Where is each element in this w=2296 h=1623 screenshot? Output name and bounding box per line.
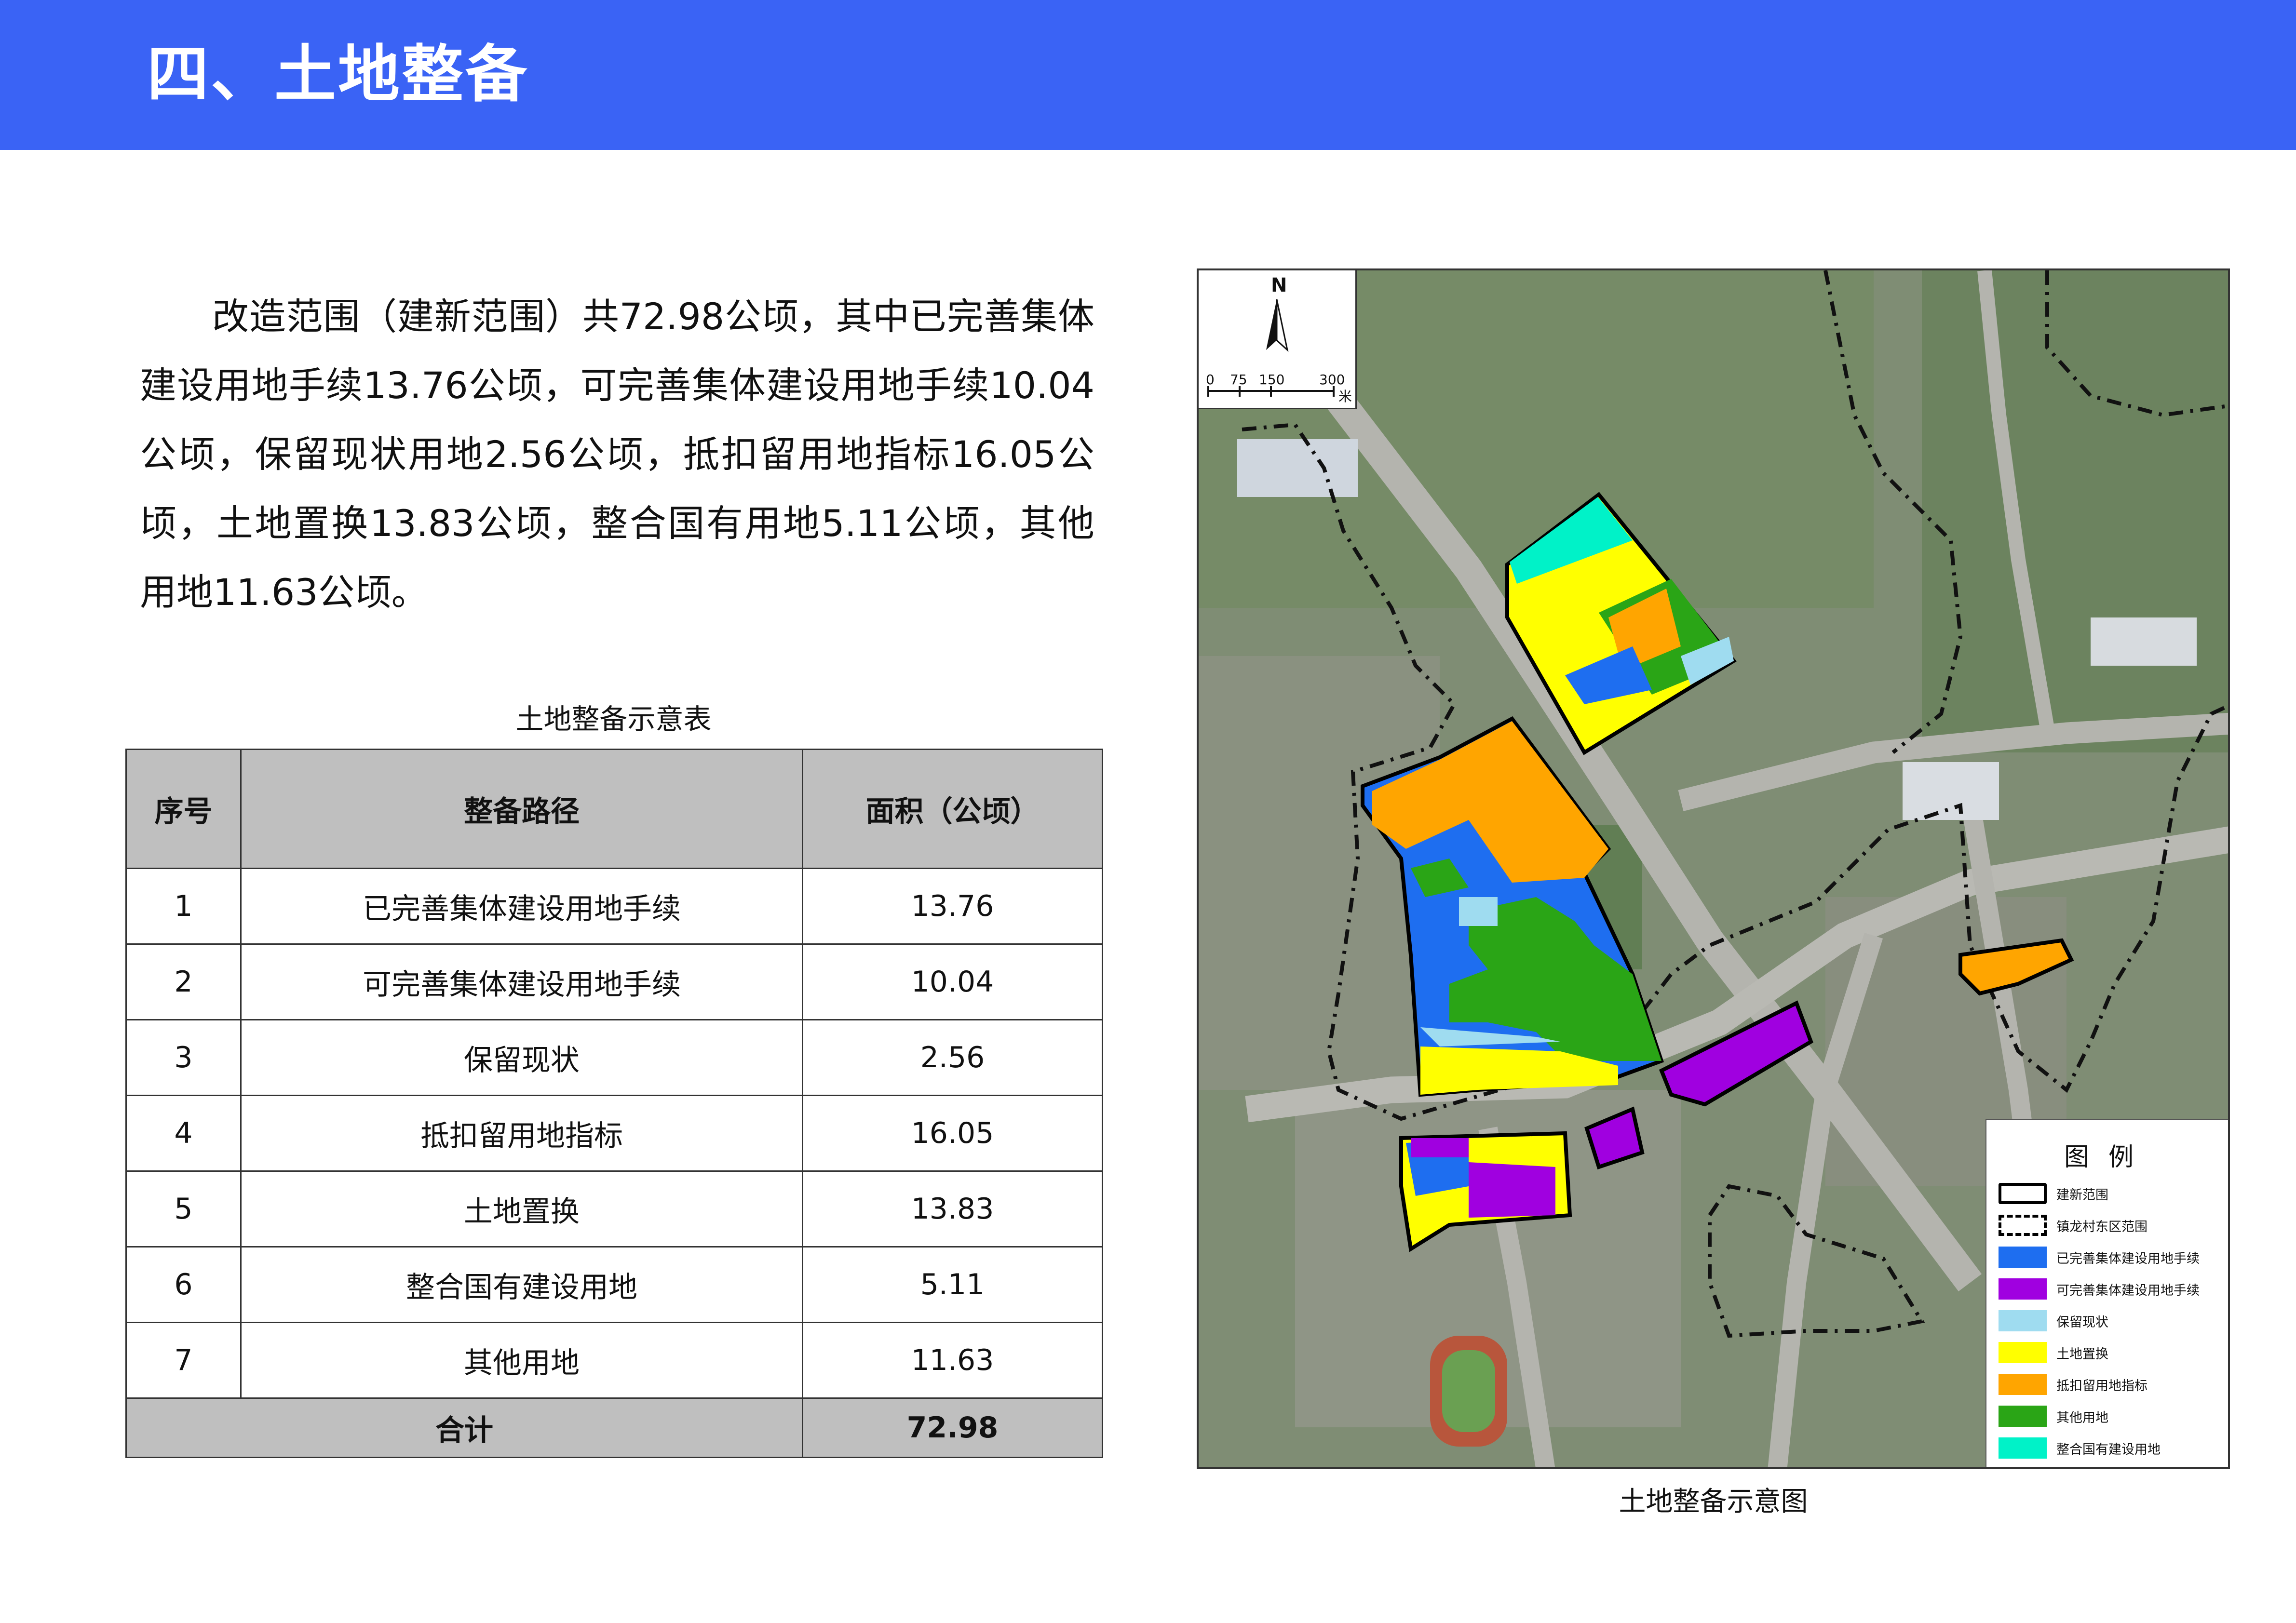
legend-label: 整合国有建设用地: [2056, 1442, 2161, 1457]
legend-label: 其他用地: [2056, 1410, 2108, 1425]
row-path: 可完善集体建设用地手续: [240, 943, 803, 1020]
scale-label-75: 75: [1230, 372, 1247, 388]
scale-unit: 米: [1338, 389, 1352, 404]
table-row: 4 抵扣留用地指标 16.05: [125, 1095, 1103, 1172]
row-area: 11.63: [802, 1322, 1103, 1399]
row-area: 2.56: [802, 1019, 1103, 1096]
legend-swatch: [1999, 1437, 2047, 1459]
row-area: 13.83: [802, 1170, 1103, 1247]
row-index: 6: [125, 1246, 242, 1323]
table-row: 3 保留现状 2.56: [125, 1019, 1103, 1096]
map-legend: 图例 建新范围镇龙村东区范围已完善集体建设用地手续 可完善集体建设用地手续 保留现状…: [1985, 1119, 2228, 1467]
land-preparation-map: N 0 75 150 300 米 图例 建新范围镇龙村东区范围已完善集体建设用地…: [1197, 268, 2230, 1469]
table-row: 1 已完善集体建设用地手续 13.76: [125, 868, 1103, 945]
header-area: 面积（公顷）: [802, 749, 1103, 869]
table-row: 5 土地置换 13.83: [125, 1170, 1103, 1247]
intro-paragraph: 改造范围（建新范围）共72.98公顷，其中已完善集体建设用地手续13.76公顷，…: [140, 295, 1094, 614]
legend-item: 已完善集体建设用地手续: [1999, 1246, 2200, 1268]
legend-swatch: [1999, 1310, 2047, 1331]
total-label: 合计: [125, 1397, 803, 1458]
row-area: 13.76: [802, 868, 1103, 945]
table-total-row: 合计 72.98: [125, 1397, 1103, 1458]
legend-label: 抵扣留用地指标: [2056, 1378, 2147, 1394]
legend-title: 图例: [2064, 1143, 2153, 1172]
legend-label: 镇龙村东区范围: [2056, 1219, 2147, 1234]
row-area: 5.11: [802, 1246, 1103, 1323]
table-caption: 土地整备示意表: [515, 703, 712, 736]
legend-label: 保留现状: [2056, 1314, 2108, 1330]
legend-item: 其他用地: [1999, 1405, 2108, 1427]
legend-swatch: [1999, 1215, 2047, 1236]
scale-label-0: 0: [1206, 372, 1215, 388]
legend-label: 可完善集体建设用地手续: [2056, 1283, 2200, 1298]
header-index: 序号: [125, 749, 242, 869]
table-row: 6 整合国有建设用地 5.11: [125, 1246, 1103, 1323]
row-path: 整合国有建设用地: [240, 1246, 803, 1323]
legend-label: 建新范围: [2056, 1187, 2108, 1203]
scale-label-150: 150: [1259, 372, 1285, 388]
page-title: 四、土地整备: [147, 39, 529, 110]
row-index: 5: [125, 1170, 242, 1247]
legend-swatch: [1999, 1278, 2047, 1300]
row-index: 3: [125, 1019, 242, 1096]
legend-item: 抵扣留用地指标: [1999, 1373, 2147, 1395]
row-index: 1: [125, 868, 242, 945]
table-row: 2 可完善集体建设用地手续 10.04: [125, 943, 1103, 1020]
table-row: 7 其他用地 11.63: [125, 1322, 1103, 1399]
north-arrow-and-scale: N 0 75 150 300 米: [1199, 270, 1357, 409]
row-path: 已完善集体建设用地手续: [240, 868, 803, 945]
row-path: 土地置换: [240, 1170, 803, 1247]
legend-item: 镇龙村东区范围: [1999, 1214, 2147, 1236]
map-caption: 土地整备示意图: [1619, 1486, 1808, 1517]
row-index: 4: [125, 1095, 242, 1172]
legend-label: 已完善集体建设用地手续: [2056, 1251, 2200, 1266]
row-index: 2: [125, 943, 242, 1020]
legend-item: 建新范围: [1999, 1182, 2108, 1205]
legend-item: 可完善集体建设用地手续: [1999, 1278, 2200, 1300]
legend-swatch: [1999, 1342, 2047, 1363]
total-value: 72.98: [802, 1397, 1103, 1458]
header-banner: 四、土地整备: [0, 0, 2296, 150]
row-area: 16.05: [802, 1095, 1103, 1172]
legend-item: 土地置换: [1999, 1341, 2108, 1364]
table-header-row: 序号 整备路径 面积（公顷）: [125, 749, 1103, 869]
legend-label: 土地置换: [2056, 1346, 2108, 1362]
land-preparation-table: 序号 整备路径 面积（公顷） 1 已完善集体建设用地手续 13.76 2 可完善…: [125, 749, 1103, 1458]
row-index: 7: [125, 1322, 242, 1399]
scale-label-300: 300: [1319, 372, 1345, 388]
legend-swatch: [1999, 1374, 2047, 1395]
row-path: 其他用地: [240, 1322, 803, 1399]
legend-item: 保留现状: [1999, 1310, 2108, 1332]
legend-swatch: [1999, 1406, 2047, 1427]
header-path: 整备路径: [240, 749, 803, 869]
row-path: 抵扣留用地指标: [240, 1095, 803, 1172]
row-path: 保留现状: [240, 1019, 803, 1096]
legend-swatch: [1999, 1247, 2047, 1268]
legend-item: 整合国有建设用地: [1999, 1437, 2161, 1459]
legend-swatch: [1999, 1183, 2047, 1204]
row-area: 10.04: [802, 943, 1103, 1020]
